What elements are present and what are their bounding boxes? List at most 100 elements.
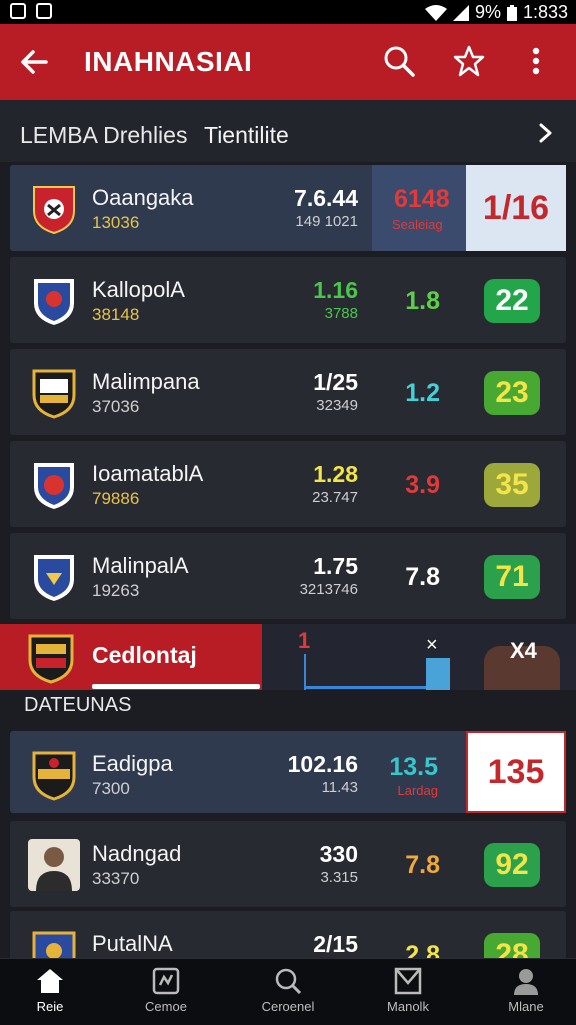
score-badge[interactable]: 22 <box>484 279 540 323</box>
odds-value[interactable]: 7.8 <box>405 563 440 592</box>
odds-value[interactable]: 1.8 <box>405 287 440 316</box>
score-badge[interactable]: 92 <box>484 843 540 887</box>
nav-label: Reie <box>36 999 64 1014</box>
battery-icon <box>506 4 517 21</box>
odds-cell[interactable]: 6148 Sealeiag <box>372 165 466 251</box>
odds-primary: 330 <box>319 841 358 867</box>
odds-value[interactable]: 1.2 <box>405 379 440 408</box>
team-row[interactable]: Nadngad 33370 330 3.315 7.8 92 <box>10 821 566 907</box>
status-bar: 9% 1:833 <box>0 0 576 24</box>
back-arrow-icon[interactable] <box>18 46 50 78</box>
team-row[interactable]: KallopolA 38148 1.16 3788 1.8 22 <box>10 257 566 343</box>
nav-label: Mlane <box>508 999 544 1014</box>
score-badge[interactable]: 23 <box>484 371 540 415</box>
odds-value[interactable]: 2.8 <box>405 941 440 958</box>
team-code: 33370 <box>92 869 140 888</box>
score-badge[interactable]: 28 <box>484 933 540 958</box>
team-crest-icon <box>32 931 76 958</box>
nav-stats[interactable]: Cemoe <box>116 967 216 1014</box>
team-crest-icon <box>32 751 76 801</box>
odds-caption: Lardag <box>397 783 438 798</box>
profile-icon <box>514 969 538 995</box>
team-name: IoamatablA <box>92 461 204 486</box>
odds-secondary: 3788 <box>324 305 358 322</box>
search-icon[interactable] <box>382 44 416 78</box>
team-row[interactable]: MalinpalA 19263 1.75 3213746 7.8 71 <box>10 533 566 619</box>
promo-x: × <box>426 634 438 656</box>
promo-x4: X4 <box>510 638 537 663</box>
odds-primary: 7.6.44 <box>294 185 358 211</box>
odds-value[interactable]: 7.8 <box>405 851 440 880</box>
signal-icon <box>452 4 469 21</box>
team-row[interactable]: Malimpana 37036 1/25 32349 1.2 23 <box>10 349 566 435</box>
promo-banner[interactable]: Cedlontaj 1 × X4 <box>0 624 576 690</box>
nav-search[interactable]: Ceroenel <box>238 967 338 1014</box>
promo-progress <box>92 684 260 689</box>
score-badge[interactable]: 35 <box>484 463 540 507</box>
team-name: Nadngad <box>92 841 182 866</box>
tab-leagues[interactable]: LEMBA Drehlies <box>20 122 187 149</box>
odds-caption: Sealeiag <box>392 217 443 232</box>
team-name: MalinpalA <box>92 553 189 578</box>
odds-secondary: 3213746 <box>299 581 358 598</box>
section-title: DATEUNAS <box>24 694 132 716</box>
team-name: PutalNA <box>92 931 173 956</box>
app-bar: INAHNASIAI <box>0 24 576 100</box>
nav-inbox[interactable]: Manolk <box>358 967 458 1014</box>
odds-primary: 1/25 <box>313 369 358 395</box>
nav-home[interactable]: Reie <box>0 967 100 1014</box>
team-crest-icon <box>34 279 74 325</box>
team-code: 13036 <box>92 213 140 232</box>
home-icon <box>37 969 63 993</box>
more-vert-icon[interactable] <box>526 44 546 78</box>
tab-timeline[interactable]: Tientilite <box>204 122 289 149</box>
app-notification-icon <box>36 3 52 19</box>
team-code: 19263 <box>92 581 140 600</box>
team-code: 7300 <box>92 779 130 798</box>
odds-primary: 1.28 <box>313 461 358 487</box>
gallery-notification-icon <box>10 3 26 19</box>
tab-bar: LEMBA Drehlies Tientilite <box>0 100 576 162</box>
odds-primary: 2/15 <box>313 931 358 957</box>
nav-label: Ceroenel <box>261 999 315 1014</box>
odds-secondary: 149 1021 <box>295 213 358 230</box>
person-icon <box>36 847 72 891</box>
team-code: 37036 <box>92 397 140 416</box>
bottom-nav: Reie Cemoe Ceroenel Manolk Mlane <box>0 958 576 1025</box>
clock: 1:833 <box>522 2 568 22</box>
score-badge[interactable]: 135 <box>466 731 566 813</box>
promo-bar-fill <box>426 658 450 690</box>
odds-primary: 1.75 <box>313 553 358 579</box>
odds-secondary: 23.747 <box>312 489 358 506</box>
odds-secondary: 11.43 <box>321 779 358 796</box>
team-name: Eadigpa <box>92 751 173 776</box>
page-title: INAHNASIAI <box>84 46 253 77</box>
odds-value[interactable]: 3.9 <box>405 471 440 500</box>
team-row[interactable]: Eadigpa 7300 102.16 11.43 13.5 Lardag 13… <box>10 731 566 813</box>
score-badge[interactable]: 71 <box>484 555 540 599</box>
wifi-icon <box>424 4 447 21</box>
player-avatar <box>28 839 80 891</box>
promo-crest-icon <box>28 634 74 684</box>
team-crest-icon <box>32 369 76 419</box>
team-crest-icon <box>34 555 74 601</box>
team-row[interactable]: PutalNA 2/15 2.8 28 <box>10 911 566 958</box>
inbox-icon <box>394 967 422 995</box>
team-row[interactable]: IoamatablA 79886 1.28 23.747 3.9 35 <box>10 441 566 527</box>
team-code: 38148 <box>92 305 140 324</box>
team-name: Oaangaka <box>92 185 194 210</box>
team-row[interactable]: Oaangaka 13036 7.6.44 149 1021 6148 Seal… <box>10 165 566 251</box>
odds-value[interactable]: 13.5 <box>389 753 438 782</box>
star-icon[interactable] <box>452 44 486 78</box>
score-badge[interactable]: 1/16 <box>466 165 566 251</box>
team-code: 79886 <box>92 489 140 508</box>
odds-secondary: 3.315 <box>320 869 358 886</box>
promo-line <box>304 654 306 690</box>
team-name: Malimpana <box>92 369 200 394</box>
odds-primary: 1.16 <box>313 277 358 303</box>
nav-profile[interactable]: Mlane <box>476 967 576 1014</box>
odds-value: 6148 <box>394 185 450 213</box>
promo-label: Cedlontaj <box>92 642 197 668</box>
chevron-right-icon[interactable] <box>536 122 554 144</box>
team-crest-icon <box>34 463 74 509</box>
